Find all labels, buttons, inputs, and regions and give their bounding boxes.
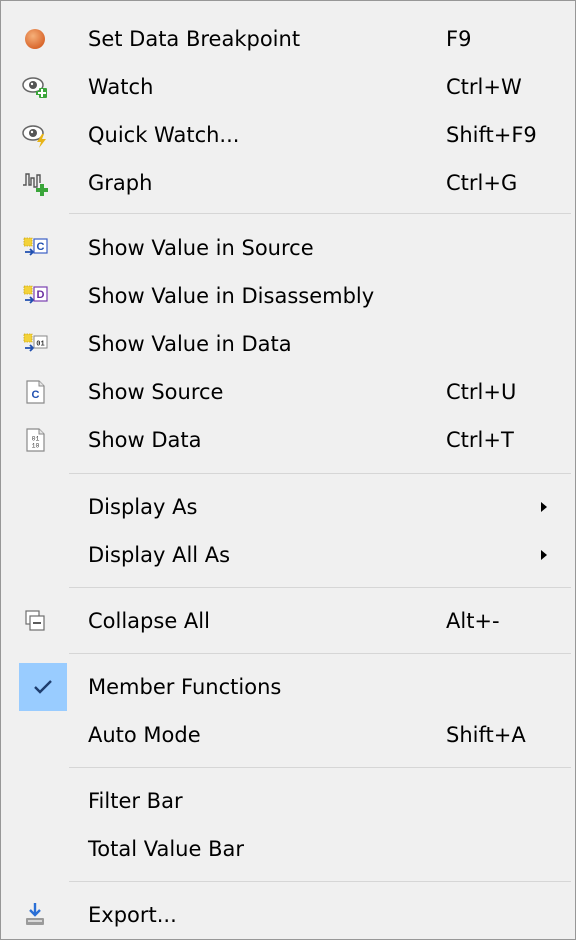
menu-item-label: Display All As	[88, 543, 231, 567]
menu-item-auto-mode[interactable]: Auto Mode Shift+A	[1, 711, 575, 759]
breakpoint-icon	[25, 29, 45, 49]
show-value-disassembly-icon: D	[23, 285, 48, 304]
svg-text:D: D	[37, 289, 45, 301]
submenu-arrow-icon	[541, 502, 547, 512]
menu-item-label: Display As	[88, 495, 198, 519]
menu-item-member-functions[interactable]: Member Functions	[1, 663, 575, 711]
source-file-icon: C	[26, 380, 45, 404]
export-icon	[26, 903, 44, 925]
menu-item-shortcut: Shift+A	[446, 723, 526, 747]
menu-separator	[69, 213, 571, 214]
menu-item-graph[interactable]: Graph Ctrl+G	[1, 159, 575, 207]
menu-item-show-value-in-source[interactable]: C Show Value in Source	[1, 224, 575, 272]
show-value-source-icon: C	[23, 237, 48, 256]
svg-text:C: C	[37, 241, 45, 253]
menu-item-label: Show Data	[88, 428, 202, 452]
menu-item-label: Total Value Bar	[88, 837, 244, 861]
quick-watch-icon	[22, 125, 46, 148]
menu-item-label: Collapse All	[88, 609, 210, 633]
menu-item-label: Graph	[88, 171, 153, 195]
menu-item-show-value-in-data[interactable]: 01 Show Value in Data	[1, 320, 575, 368]
context-menu: Set Data Breakpoint F9 Watch Ctrl+W Quic…	[0, 0, 576, 940]
checkmark-icon	[34, 680, 52, 694]
menu-item-shortcut: Ctrl+G	[446, 171, 518, 195]
svg-text:01: 01	[32, 436, 40, 443]
menu-item-show-source[interactable]: C Show Source Ctrl+U	[1, 368, 575, 416]
menu-item-shortcut: Shift+F9	[446, 123, 537, 147]
menu-separator	[69, 587, 571, 588]
menu-item-watch[interactable]: Watch Ctrl+W	[1, 63, 575, 111]
menu-item-label: Set Data Breakpoint	[88, 27, 301, 51]
svg-text:01: 01	[36, 341, 44, 349]
menu-separator	[69, 473, 571, 474]
menu-item-label: Show Value in Data	[88, 332, 292, 356]
menu-item-quick-watch[interactable]: Quick Watch... Shift+F9	[1, 111, 575, 159]
menu-item-shortcut: Alt+-	[446, 609, 500, 633]
menu-item-label: Member Functions	[88, 675, 282, 699]
menu-item-total-value-bar[interactable]: Total Value Bar	[1, 825, 575, 873]
svg-text:C: C	[32, 389, 40, 401]
menu-item-label: Show Source	[88, 380, 224, 404]
menu-item-shortcut: F9	[446, 27, 472, 51]
collapse-all-icon	[25, 610, 45, 631]
menu-item-display-all-as[interactable]: Display All As	[1, 531, 575, 579]
menu-item-label: Auto Mode	[88, 723, 201, 747]
menu-item-label: Watch	[88, 75, 154, 99]
menu-item-filter-bar[interactable]: Filter Bar	[1, 777, 575, 825]
menu-item-show-data[interactable]: 01 10 Show Data Ctrl+T	[1, 416, 575, 464]
menu-separator	[69, 653, 571, 654]
menu-item-collapse-all[interactable]: Collapse All Alt+-	[1, 597, 575, 645]
menu-item-shortcut: Ctrl+T	[446, 428, 514, 452]
menu-item-export[interactable]: Export...	[1, 891, 575, 939]
menu-item-label: Quick Watch...	[88, 123, 240, 147]
menu-item-label: Filter Bar	[88, 789, 183, 813]
menu-item-display-as[interactable]: Display As	[1, 483, 575, 531]
menu-separator	[69, 881, 571, 882]
data-file-icon: 01 10	[26, 428, 45, 452]
show-value-data-icon: 01	[23, 333, 48, 352]
menu-item-label: Show Value in Source	[88, 236, 314, 260]
menu-item-shortcut: Ctrl+U	[446, 380, 517, 404]
submenu-arrow-icon	[541, 550, 547, 560]
menu-item-label: Show Value in Disassembly	[88, 284, 375, 308]
svg-text:10: 10	[32, 443, 40, 450]
watch-icon	[22, 77, 47, 98]
graph-icon	[23, 173, 48, 196]
menu-item-set-data-breakpoint[interactable]: Set Data Breakpoint F9	[1, 15, 575, 63]
menu-item-label: Export...	[88, 903, 177, 927]
menu-item-show-value-in-disassembly[interactable]: D Show Value in Disassembly	[1, 272, 575, 320]
menu-separator	[69, 767, 571, 768]
menu-item-shortcut: Ctrl+W	[446, 75, 522, 99]
